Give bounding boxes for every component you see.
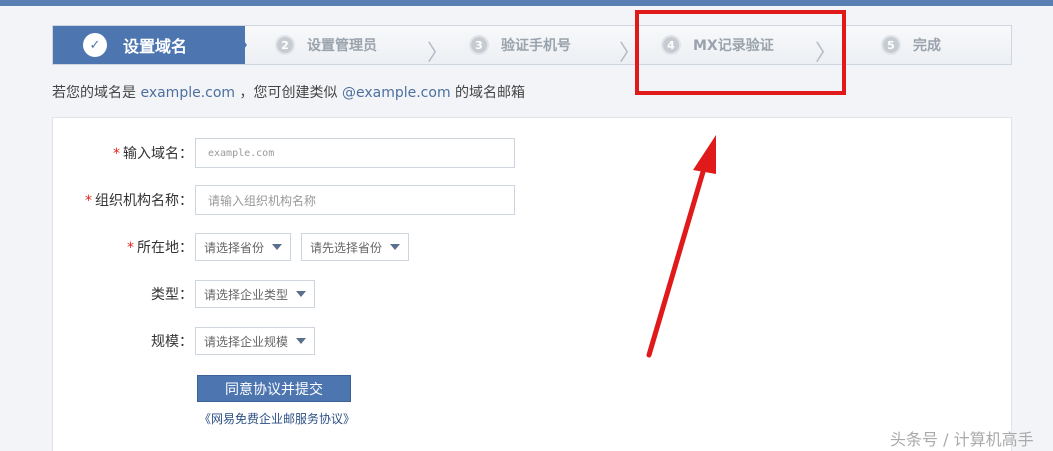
required-mark: *: [85, 193, 92, 209]
type-label-text: 类型：: [151, 287, 193, 303]
step-number-icon: 5: [881, 35, 901, 55]
step-label: 设置域名: [123, 37, 188, 56]
annotation-highlight-box: [635, 10, 846, 95]
step-label: 设置管理员: [307, 38, 377, 54]
scale-label: 规模：: [53, 331, 195, 351]
step-label: 验证手机号: [501, 38, 571, 54]
watermark-text: 头条号 / 计算机高手: [890, 430, 1034, 449]
province-select-value: 请选择省份: [204, 240, 265, 255]
service-agreement-link[interactable]: 《网易免费企业邮服务协议》: [199, 410, 355, 427]
location-label: * 所在地：: [53, 237, 195, 257]
chevron-right-icon: 〉: [427, 41, 450, 66]
step-progress-bar: ✓ 设置域名 2 设置管理员 〉 3 验证手机号 〉 4 MX记录验证 〉 5 …: [52, 25, 1012, 66]
top-accent-bar: [0, 0, 1053, 6]
org-row: * 组织机构名称： 请输入组织机构名称: [53, 185, 515, 215]
city-select-value: 请先选择省份: [310, 240, 383, 255]
domain-hint-text: 若您的域名是 example.com ，您可创建类似 @example.com …: [52, 82, 525, 102]
company-type-value: 请选择企业类型: [204, 287, 289, 302]
agree-submit-button[interactable]: 同意协议并提交: [197, 375, 351, 402]
company-scale-select[interactable]: 请选择企业规模: [195, 327, 316, 355]
type-row: 类型： 请选择企业类型: [53, 280, 325, 308]
dropdown-caret-icon: [296, 291, 307, 297]
required-mark: *: [113, 146, 120, 162]
step-number-icon: 2: [275, 35, 295, 55]
hint-prefix: 若您的域名是: [52, 85, 136, 101]
dropdown-caret-icon: [390, 244, 401, 250]
required-mark: *: [127, 240, 134, 256]
domain-label: * 输入域名：: [53, 143, 195, 163]
domain-input[interactable]: example.com: [195, 138, 515, 168]
org-input-placeholder: 请输入组织机构名称: [208, 193, 317, 208]
type-label: 类型：: [53, 284, 195, 304]
step-number-icon: 3: [469, 35, 489, 55]
org-name-input[interactable]: 请输入组织机构名称: [195, 185, 515, 215]
location-row: * 所在地： 请选择省份 请先选择省份: [53, 233, 419, 261]
domain-label-text: 输入域名：: [123, 146, 193, 162]
province-select[interactable]: 请选择省份: [195, 233, 292, 261]
dropdown-caret-icon: [296, 338, 307, 344]
step-1-set-domain: ✓ 设置域名: [53, 26, 245, 64]
scale-label-text: 规模：: [151, 334, 193, 350]
hint-example-domain: example.com: [140, 85, 236, 101]
step-label: 完成: [913, 38, 941, 54]
domain-input-placeholder: example.com: [208, 147, 275, 159]
org-label: * 组织机构名称：: [53, 190, 195, 210]
step-2-set-admin: 2 设置管理员: [275, 26, 377, 64]
step-5-done: 5 完成: [881, 26, 941, 64]
city-select[interactable]: 请先选择省份: [301, 233, 410, 261]
location-label-text: 所在地：: [137, 240, 193, 256]
check-icon: ✓: [83, 33, 107, 57]
company-scale-value: 请选择企业规模: [204, 334, 289, 349]
domain-form-panel: * 输入域名： example.com * 组织机构名称： 请输入组织机构名称 * 所…: [52, 117, 1012, 451]
company-type-select[interactable]: 请选择企业类型: [195, 280, 316, 308]
active-step-arrow: [233, 26, 247, 64]
step-3-verify-phone: 3 验证手机号: [469, 26, 571, 64]
domain-row: * 输入域名： example.com: [53, 138, 515, 168]
scale-row: 规模： 请选择企业规模: [53, 327, 325, 355]
hint-suffix: 的域名邮箱: [455, 85, 526, 101]
hint-example-email-domain: @example.com: [341, 85, 451, 101]
hint-middle: ，您可创建类似: [239, 85, 338, 101]
dropdown-caret-icon: [272, 244, 283, 250]
org-label-text: 组织机构名称：: [95, 193, 193, 209]
